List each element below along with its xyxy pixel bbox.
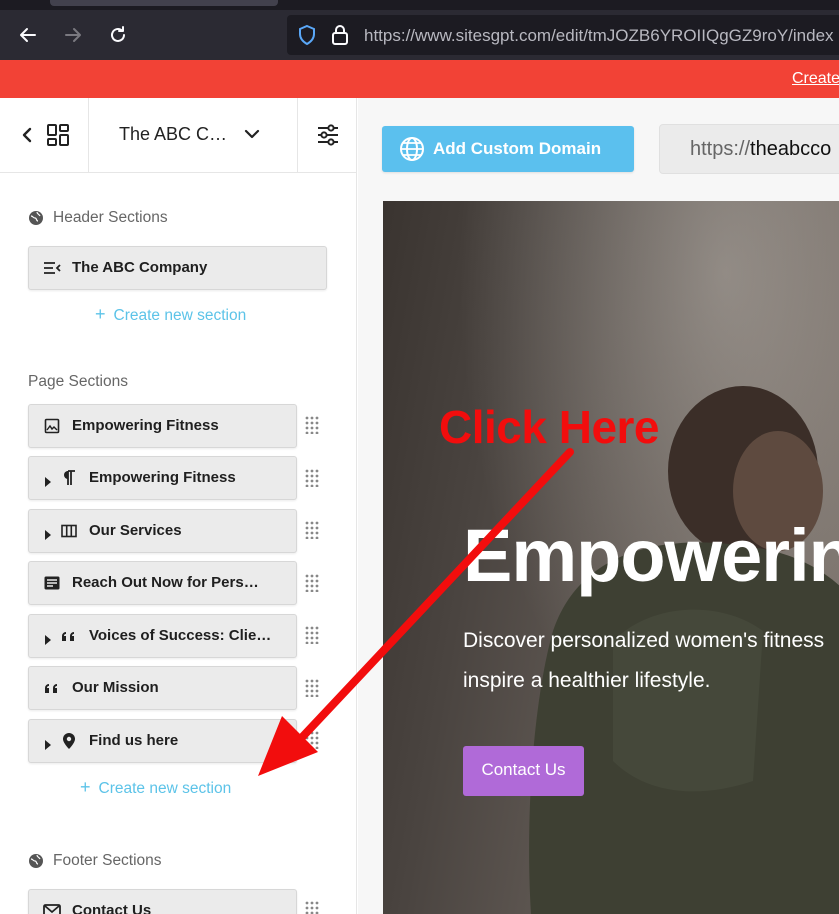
site-selector-label[interactable]: The ABC C… <box>119 124 227 145</box>
banner-link[interactable]: Create <box>792 70 839 88</box>
section-item-label: Contact Us <box>72 902 152 914</box>
divider <box>297 98 298 173</box>
group-label-text: Page Sections <box>28 373 128 390</box>
create-header-section-link[interactable]: + Create new section <box>95 304 246 325</box>
shield-icon[interactable] <box>297 24 317 51</box>
section-item[interactable]: Voices of Success: Clie… <box>28 614 297 658</box>
add-custom-domain-label: Add Custom Domain <box>433 139 602 158</box>
header-sections-label: Header Sections <box>28 209 168 227</box>
section-item[interactable]: Our Mission <box>28 666 297 710</box>
menu-icon <box>43 259 61 277</box>
section-item[interactable]: Reach Out Now for Pers… <box>28 561 297 605</box>
drag-handle-icon[interactable] <box>305 469 319 487</box>
section-item-label: Our Mission <box>72 679 159 696</box>
section-item-label: Reach Out Now for Pers… <box>72 574 259 591</box>
hero-subtitle-line: Discover personalized women's fitness <box>463 629 825 652</box>
globe-icon <box>29 854 43 868</box>
click-here-annotation: Click Here <box>439 401 660 453</box>
section-item-label: Empowering Fitness <box>72 417 219 434</box>
quote-icon <box>60 627 78 645</box>
add-custom-domain-button[interactable]: Add Custom Domain <box>382 126 634 172</box>
app-window: https://www.sitesgpt.com/edit/tmJOZB6YRO… <box>0 0 839 914</box>
divider <box>88 98 89 173</box>
active-tab[interactable] <box>50 0 278 6</box>
section-item-label: Our Services <box>89 522 182 539</box>
chevron-left-icon[interactable] <box>20 126 34 149</box>
section-item[interactable]: Empowering Fitness <box>28 456 297 500</box>
section-item[interactable]: Find us here <box>28 719 297 763</box>
globe-icon <box>29 211 43 225</box>
dashboard-icon[interactable] <box>46 123 70 152</box>
form-icon <box>43 574 61 592</box>
caret-right-icon[interactable] <box>45 474 51 492</box>
hero-section-preview[interactable]: Empowerin Discover personalized women's … <box>383 201 839 914</box>
caret-right-icon[interactable] <box>45 737 51 755</box>
caret-right-icon[interactable] <box>45 632 51 650</box>
address-bar[interactable]: https://www.sitesgpt.com/edit/tmJOZB6YRO… <box>287 15 839 55</box>
quote-icon <box>43 679 61 697</box>
forward-icon[interactable] <box>62 24 84 46</box>
editor-canvas: Add Custom Domain https://theabcco Empow… <box>358 98 839 914</box>
drag-handle-icon[interactable] <box>305 574 319 592</box>
globe-icon <box>399 136 425 167</box>
create-page-section-link[interactable]: + Create new section <box>80 777 231 798</box>
caret-right-icon[interactable] <box>45 527 51 545</box>
paragraph-icon <box>60 469 78 487</box>
section-item[interactable]: Our Services <box>28 509 297 553</box>
hero-subtitle: Discover personalized women's fitness in… <box>463 621 839 701</box>
group-label-text: Header Sections <box>53 209 168 226</box>
section-item-label: The ABC Company <box>72 259 208 276</box>
section-item-footer[interactable]: Contact Us <box>28 889 297 914</box>
contact-us-button[interactable]: Contact Us <box>463 746 584 796</box>
image-icon <box>43 417 61 435</box>
settings-sliders-icon[interactable] <box>316 123 340 152</box>
create-section-label: Create new section <box>113 307 247 324</box>
drag-handle-icon[interactable] <box>305 521 319 539</box>
hero-subtitle-line: inspire a healthier lifestyle. <box>463 669 711 692</box>
mail-icon <box>43 902 61 914</box>
drag-handle-icon[interactable] <box>305 731 319 749</box>
browser-toolbar: https://www.sitesgpt.com/edit/tmJOZB6YRO… <box>0 10 839 60</box>
promo-banner: Create <box>0 60 839 98</box>
chevron-down-icon[interactable] <box>244 127 260 146</box>
site-url-field[interactable]: https://theabcco <box>659 124 839 174</box>
url-text[interactable]: https://www.sitesgpt.com/edit/tmJOZB6YRO… <box>364 26 834 46</box>
drag-handle-icon[interactable] <box>305 901 319 914</box>
hero-title: Empowerin <box>463 514 839 597</box>
section-item[interactable]: Empowering Fitness <box>28 404 297 448</box>
section-item-label: Voices of Success: Clie… <box>89 627 272 644</box>
back-icon[interactable] <box>17 24 39 46</box>
group-label-text: Footer Sections <box>53 852 162 869</box>
tab-strip <box>0 0 839 10</box>
lock-icon[interactable] <box>331 24 349 51</box>
contact-us-label: Contact Us <box>481 760 566 779</box>
drag-handle-icon[interactable] <box>305 679 319 697</box>
footer-sections-label: Footer Sections <box>28 852 162 870</box>
section-item-label: Empowering Fitness <box>89 469 236 486</box>
sidebar-header: The ABC C… <box>0 98 357 173</box>
url-prefix: https:// <box>690 138 751 160</box>
create-section-label: Create new section <box>98 780 232 797</box>
drag-handle-icon[interactable] <box>305 626 319 644</box>
page-sections-label: Page Sections <box>28 373 128 391</box>
url-domain: theabcco <box>750 138 832 160</box>
columns-icon <box>60 522 78 540</box>
section-item-header[interactable]: The ABC Company <box>28 246 327 290</box>
section-item-label: Find us here <box>89 732 179 749</box>
reload-icon[interactable] <box>107 24 129 46</box>
drag-handle-icon[interactable] <box>305 416 319 434</box>
sections-sidebar: The ABC C… Header Sections The ABC Compa… <box>0 98 357 914</box>
map-pin-icon <box>60 732 78 750</box>
